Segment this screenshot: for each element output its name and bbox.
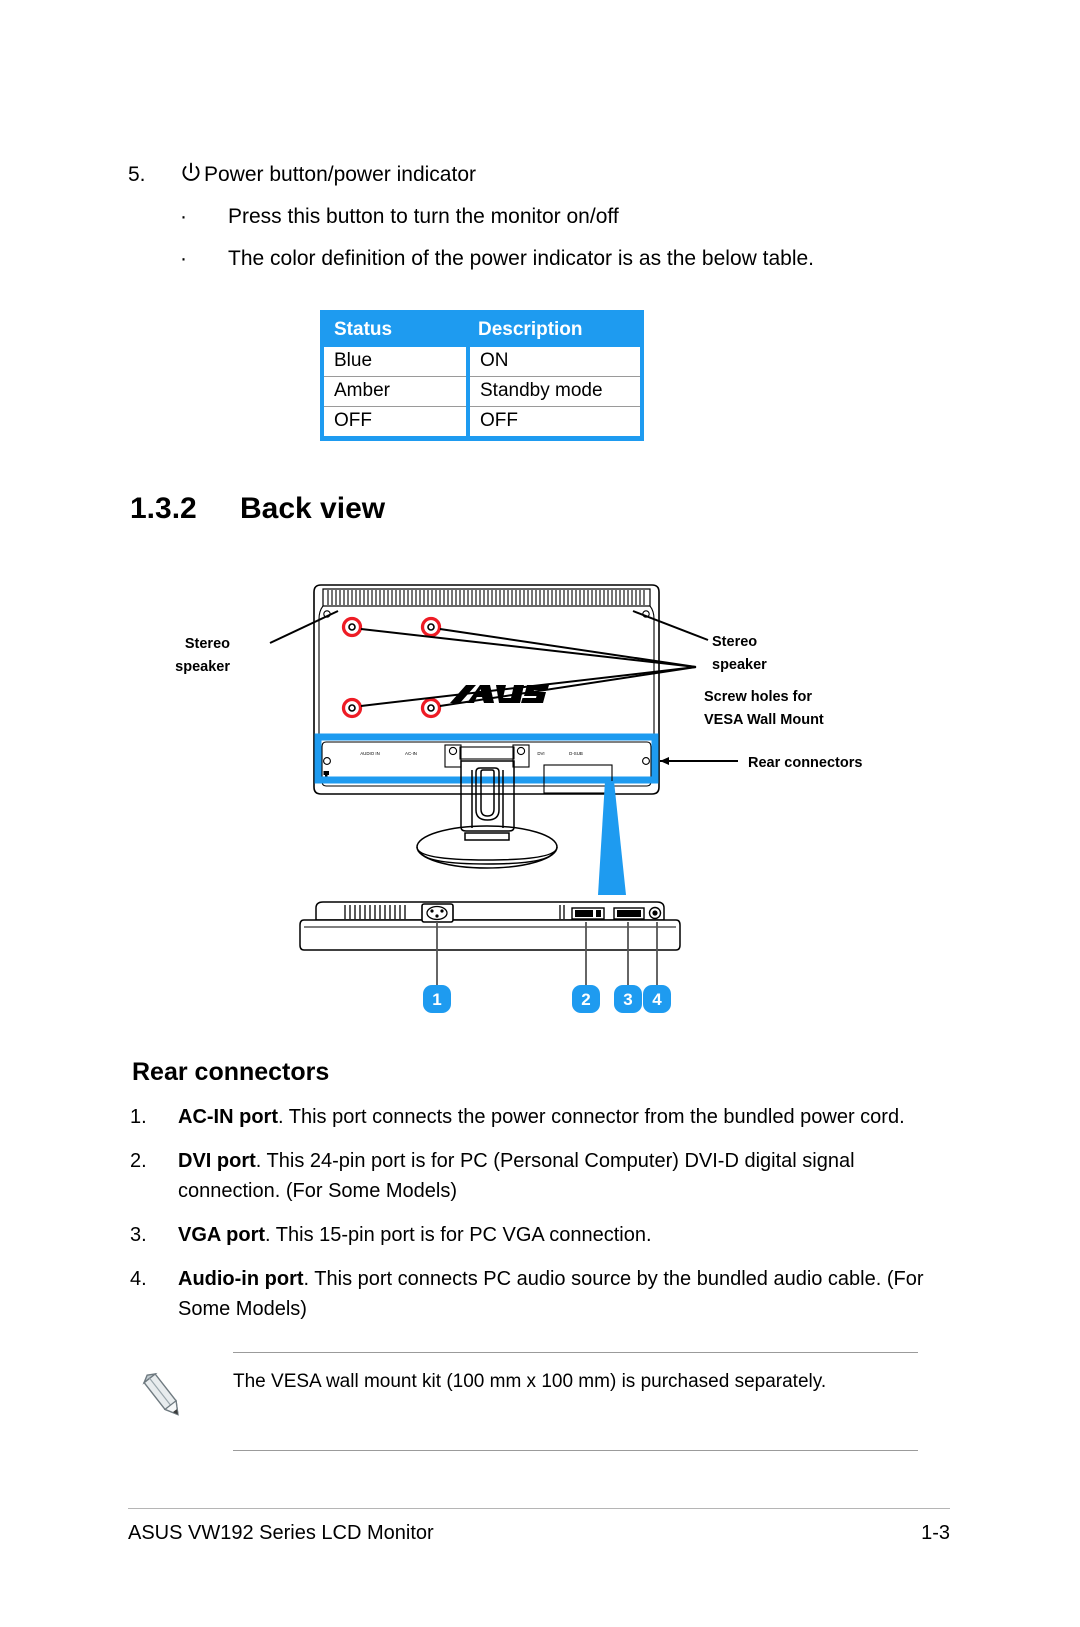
- label-vesa-line1: Screw holes for: [704, 689, 812, 705]
- callout-1: 1: [432, 990, 441, 1009]
- table-header-row: Status Description: [324, 314, 640, 347]
- power-icon: [178, 160, 204, 184]
- label-left-speaker-line2: speaker: [175, 659, 230, 675]
- note-divider-bottom: [233, 1450, 918, 1451]
- bullet-marker: ·: [180, 247, 187, 270]
- note-box: The VESA wall mount kit (100 mm x 100 mm…: [128, 1352, 918, 1451]
- bullet-text: The color definition of the power indica…: [228, 247, 815, 270]
- label-right-speaker-line2: speaker: [712, 657, 767, 673]
- list-item: 4. Audio-in port. This port connects PC …: [130, 1264, 930, 1324]
- list-item: 3. VGA port. This 15-pin port is for PC …: [130, 1220, 930, 1250]
- label-vesa-line2: VESA Wall Mount: [704, 712, 824, 728]
- table-row: Blue ON: [324, 347, 640, 377]
- pencil-icon: [128, 1367, 233, 1434]
- callout-badges: 1 2 3 4: [423, 985, 671, 1013]
- bullet-text: Press this button to turn the monitor on…: [228, 205, 619, 228]
- note-text: The VESA wall mount kit (100 mm x 100 mm…: [233, 1371, 827, 1392]
- table-row: Amber Standby mode: [324, 376, 640, 407]
- list-item-term: Audio-in port: [178, 1268, 304, 1290]
- callout-2: 2: [581, 990, 590, 1009]
- bullet-marker: ·: [180, 205, 187, 228]
- list-item-term: AC-IN port: [178, 1106, 278, 1128]
- power-button-title-row: 5. Power button/power indicator: [128, 160, 948, 190]
- list-item-number: 3.: [130, 1224, 147, 1246]
- list-item-text: Audio-in port. This port connects PC aud…: [178, 1264, 930, 1324]
- cell-status: OFF: [324, 406, 470, 436]
- footer-divider: [128, 1508, 950, 1509]
- rear-connectors-heading: Rear connectors: [132, 1058, 330, 1086]
- list-item-text: DVI port. This 24-pin port is for PC (Pe…: [178, 1146, 930, 1206]
- cell-description: Standby mode: [468, 376, 640, 407]
- back-view-figure: AUDIO IN AC-IN DVI D-SUB 1 2 3 4 Stereo …: [120, 575, 960, 1040]
- table-row: OFF OFF: [324, 406, 640, 436]
- svg-text:AC-IN: AC-IN: [405, 751, 417, 756]
- cell-status: Amber: [324, 376, 470, 407]
- callout-4: 4: [652, 990, 662, 1009]
- bullet-item: · Press this button to turn the monitor …: [128, 202, 948, 232]
- callout-3: 3: [623, 990, 632, 1009]
- svg-text:DVI: DVI: [537, 751, 544, 756]
- footer-product: ASUS VW192 Series LCD Monitor: [128, 1522, 434, 1544]
- bullet-item: · The color definition of the power indi…: [128, 244, 948, 274]
- list-item-term: VGA port: [178, 1224, 266, 1246]
- column-header-status: Status: [324, 314, 468, 347]
- list-item-number: 4.: [130, 1268, 147, 1290]
- cell-description: ON: [468, 347, 640, 377]
- list-item-desc: . This 24-pin port is for PC (Personal C…: [178, 1150, 855, 1202]
- list-number: 5.: [128, 163, 146, 186]
- list-item-number: 2.: [130, 1150, 147, 1172]
- list-item-term: DVI port: [178, 1150, 256, 1172]
- power-indicator-table: Status Description Blue ON Amber Standby…: [320, 310, 644, 441]
- list-item-text: AC-IN port. This port connects the power…: [178, 1102, 930, 1132]
- list-item-number: 1.: [130, 1106, 147, 1128]
- footer-page-number: 1-3: [921, 1522, 950, 1544]
- svg-text:AUDIO IN: AUDIO IN: [360, 751, 380, 756]
- page-footer: ASUS VW192 Series LCD Monitor 1-3: [128, 1522, 950, 1545]
- list-item: 1. AC-IN port. This port connects the po…: [130, 1102, 930, 1132]
- list-item-desc: . This 15-pin port is for PC VGA connect…: [265, 1224, 652, 1246]
- svg-text:D-SUB: D-SUB: [569, 751, 583, 756]
- section-title: Back view: [240, 492, 386, 525]
- label-rear-connectors: Rear connectors: [748, 755, 862, 771]
- column-header-description: Description: [468, 314, 640, 347]
- label-right-speaker-line1: Stereo: [712, 634, 757, 650]
- section-heading: 1.3.2 Back view: [130, 492, 385, 526]
- section-number: 1.3.2: [130, 492, 197, 525]
- list-item-desc: . This port connects the power connector…: [277, 1106, 905, 1128]
- label-left-speaker-line1: Stereo: [185, 636, 230, 652]
- rear-connectors-list: 1. AC-IN port. This port connects the po…: [130, 1102, 930, 1338]
- power-button-label: Power button/power indicator: [204, 163, 476, 186]
- cell-description: OFF: [468, 406, 640, 436]
- power-button-section: 5. Power button/power indicator · Press …: [128, 160, 948, 274]
- list-item: 2. DVI port. This 24-pin port is for PC …: [130, 1146, 930, 1206]
- monitor-bottom-edge: [299, 901, 681, 951]
- document-page: 5. Power button/power indicator · Press …: [0, 0, 1080, 1627]
- list-item-text: VGA port. This 15-pin port is for PC VGA…: [178, 1220, 930, 1250]
- highlight-wedge: [598, 781, 626, 895]
- cell-status: Blue: [324, 347, 470, 377]
